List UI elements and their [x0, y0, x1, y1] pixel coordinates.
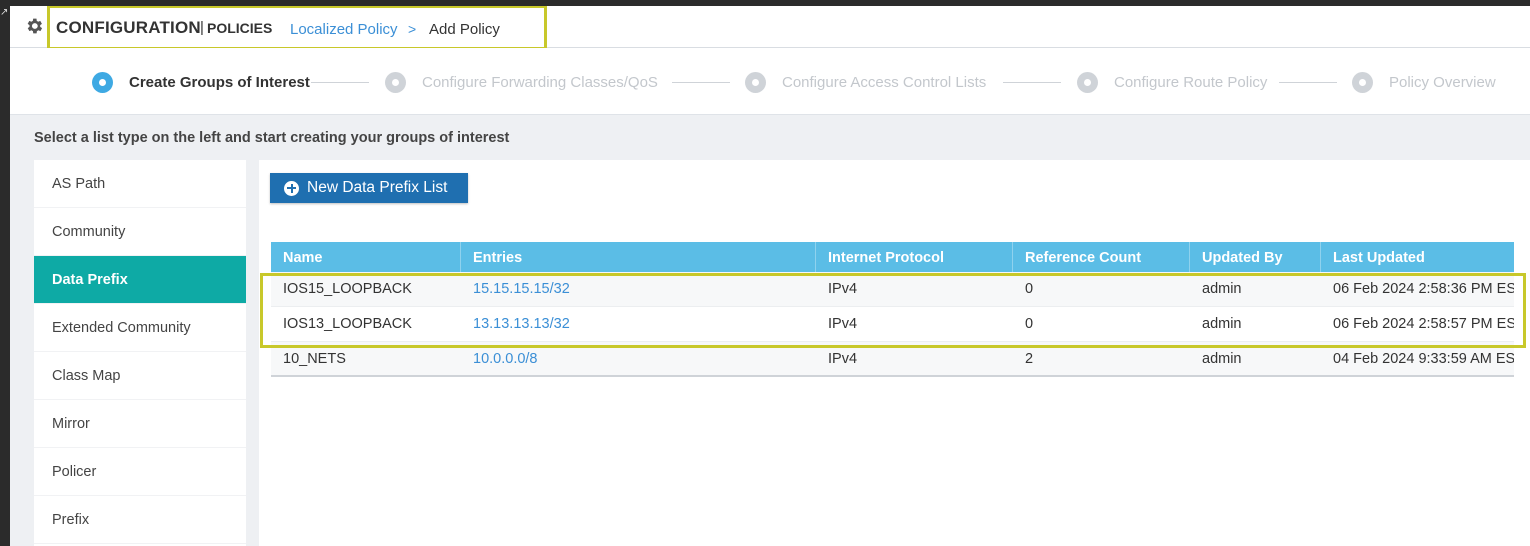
cell-reference-count: 0	[1025, 281, 1034, 297]
cell-last-updated: 04 Feb 2024 9:33:59 AM ES	[1333, 351, 1514, 367]
table-row[interactable]: IOS15_LOOPBACK 15.15.15.15/32 IPv4 0 adm…	[271, 272, 1514, 307]
step-dot-icon	[385, 71, 406, 93]
column-header-last-updated[interactable]: Last Updated	[1321, 242, 1514, 272]
table-header: Name Entries Internet Protocol Reference…	[271, 242, 1514, 272]
step-connector	[1003, 82, 1061, 83]
data-prefix-panel: New Data Prefix List Name Entries Intern…	[259, 160, 1530, 546]
sidebar-item-as-path[interactable]: AS Path	[34, 160, 246, 208]
cell-protocol: IPv4	[828, 316, 858, 332]
step-label: Configure Access Control Lists	[782, 73, 987, 91]
sidebar-item-policer[interactable]: Policer	[34, 448, 246, 496]
page-header: CONFIGURATION | POLICIES Localized Polic…	[10, 6, 1530, 50]
cell-name: IOS15_LOOPBACK	[283, 281, 412, 297]
step-connector	[1279, 82, 1337, 83]
step-policy-overview[interactable]: Policy Overview	[1352, 71, 1496, 93]
cell-entries-link[interactable]: 10.0.0.0/8	[461, 342, 816, 375]
new-data-prefix-list-button[interactable]: New Data Prefix List	[270, 173, 468, 203]
sidebar-item-community[interactable]: Community	[34, 208, 246, 256]
column-header-internet-protocol[interactable]: Internet Protocol	[816, 242, 1013, 272]
header-highlight-box	[47, 6, 547, 50]
column-header-name[interactable]: Name	[271, 242, 461, 272]
cell-updated-by: admin	[1202, 281, 1242, 297]
step-label: Policy Overview	[1389, 73, 1496, 91]
app-frame: CONFIGURATION | POLICIES Localized Polic…	[10, 6, 1530, 546]
step-label: Create Groups of Interest	[129, 73, 310, 91]
list-type-sidebar: AS Path Community Data Prefix Extended C…	[34, 160, 246, 546]
cell-last-updated: 06 Feb 2024 2:58:57 PM ES	[1333, 316, 1514, 332]
sidebar-item-prefix[interactable]: Prefix	[34, 496, 246, 544]
sidebar-item-class-map[interactable]: Class Map	[34, 352, 246, 400]
cell-last-updated: 06 Feb 2024 2:58:36 PM ES	[1333, 281, 1514, 297]
column-header-updated-by[interactable]: Updated By	[1190, 242, 1321, 272]
sidebar-item-mirror[interactable]: Mirror	[34, 400, 246, 448]
new-button-label: New Data Prefix List	[307, 179, 448, 196]
column-header-reference-count[interactable]: Reference Count	[1013, 242, 1190, 272]
sidebar-item-data-prefix[interactable]: Data Prefix	[34, 256, 246, 304]
step-route-policy[interactable]: Configure Route Policy	[1077, 71, 1267, 93]
instruction-text: Select a list type on the left and start…	[34, 130, 510, 146]
cell-entries-link[interactable]: 15.15.15.15/32	[461, 272, 816, 306]
step-label: Configure Forwarding Classes/QoS	[422, 73, 658, 91]
data-prefix-table: Name Entries Internet Protocol Reference…	[271, 242, 1514, 377]
wizard-stepper: Create Groups of Interest Configure Forw…	[10, 48, 1530, 115]
step-connector	[311, 82, 369, 83]
cell-protocol: IPv4	[828, 351, 858, 367]
step-access-control-lists[interactable]: Configure Access Control Lists	[745, 71, 986, 93]
step-dot-icon	[1077, 71, 1098, 93]
cell-updated-by: admin	[1202, 316, 1242, 332]
step-forwarding-classes[interactable]: Configure Forwarding Classes/QoS	[385, 71, 658, 93]
cell-updated-by: admin	[1202, 351, 1242, 367]
plus-circle-icon	[284, 180, 299, 196]
cell-entries-link[interactable]: 13.13.13.13/32	[461, 307, 816, 341]
cell-name: 10_NETS	[283, 351, 346, 367]
table-row[interactable]: 10_NETS 10.0.0.0/8 IPv4 2 admin 04 Feb 2…	[271, 342, 1514, 377]
cell-reference-count: 0	[1025, 316, 1034, 332]
column-header-entries[interactable]: Entries	[461, 242, 816, 272]
cell-protocol: IPv4	[828, 281, 858, 297]
gear-icon[interactable]	[24, 16, 44, 36]
step-create-groups[interactable]: Create Groups of Interest	[92, 71, 310, 93]
cell-name: IOS13_LOOPBACK	[283, 316, 412, 332]
step-connector	[672, 82, 730, 83]
cell-reference-count: 2	[1025, 351, 1034, 367]
step-active-dot-icon	[92, 71, 113, 93]
window-corner: ↗	[0, 7, 9, 18]
sidebar-item-extended-community[interactable]: Extended Community	[34, 304, 246, 352]
step-dot-icon	[1352, 71, 1373, 93]
step-label: Configure Route Policy	[1114, 73, 1268, 91]
table-row[interactable]: IOS13_LOOPBACK 13.13.13.13/32 IPv4 0 adm…	[271, 307, 1514, 342]
step-dot-icon	[745, 71, 766, 93]
